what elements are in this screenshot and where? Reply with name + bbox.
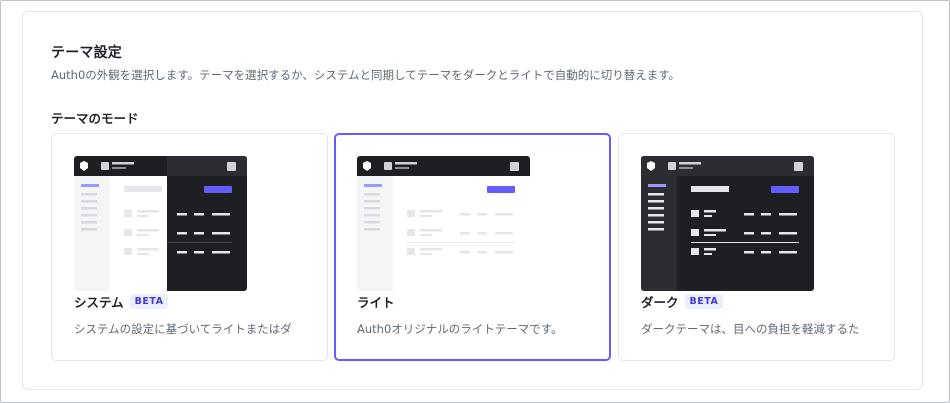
option-label: ライト xyxy=(357,295,395,310)
option-label: ダーク xyxy=(641,295,679,310)
section-title: テーマ設定 xyxy=(51,45,122,61)
beta-badge: BETA xyxy=(684,294,724,309)
theme-mode-label: テーマのモード xyxy=(51,111,139,126)
theme-option-system[interactable]: システム BETA システムの設定に基づいてライトまたはダ xyxy=(51,133,328,361)
option-description: Auth0オリジナルのライトテーマです。 xyxy=(357,322,563,336)
theme-option-light[interactable]: ライト Auth0オリジナルのライトテーマです。 xyxy=(334,133,611,361)
beta-badge: BETA xyxy=(129,294,169,309)
section-description: Auth0の外観を選択します。テーマを選択するか、システムと同期してテーマをダー… xyxy=(51,68,681,82)
option-description: システムの設定に基づいてライトまたはダ xyxy=(74,322,292,336)
option-label: システム xyxy=(74,295,124,310)
system-theme-preview xyxy=(74,156,247,291)
dark-theme-preview xyxy=(641,156,814,291)
theme-option-dark[interactable]: ダーク BETA ダークテーマは、目への負担を軽減するた xyxy=(618,133,895,361)
light-theme-preview xyxy=(357,156,530,291)
option-description: ダークテーマは、目への負担を軽減するた xyxy=(641,322,860,336)
